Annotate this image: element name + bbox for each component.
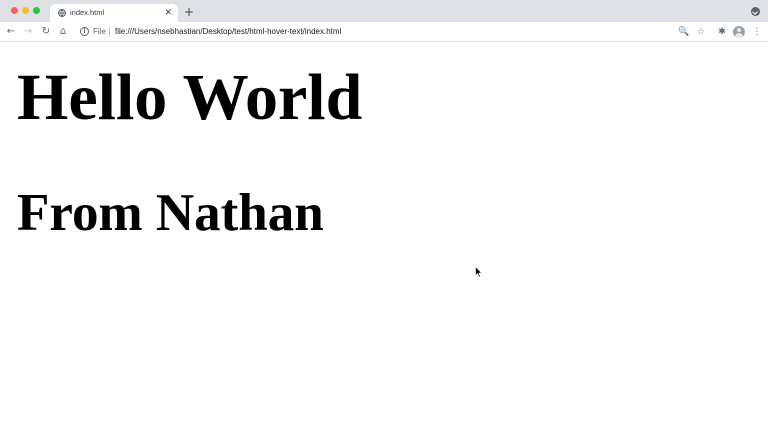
profile-avatar[interactable] [733, 26, 745, 38]
address-bar[interactable]: file:///Users/nsebhastian/Desktop/test/h… [115, 26, 341, 37]
back-icon[interactable]: ← [4, 25, 18, 39]
home-icon[interactable]: ⌂ [56, 25, 70, 39]
site-info-chip[interactable]: File [93, 26, 106, 37]
browser-toolbar: ← → ↻ ⌂ i File file:///Users/nsebhastian… [0, 22, 768, 42]
menu-icon[interactable]: ⋮ [750, 25, 764, 39]
from-nathan-heading: From Nathan [17, 184, 324, 242]
mouse-pointer-icon [475, 266, 483, 278]
zoom-icon[interactable]: 🔍 [677, 25, 691, 39]
tab-strip: index.html ✕ + [0, 0, 768, 22]
minimize-window-button[interactable] [22, 7, 29, 14]
bookmark-star-icon[interactable]: ☆ [694, 25, 708, 39]
close-icon[interactable]: ✕ [164, 7, 172, 19]
globe-icon [58, 9, 66, 17]
address-divider [109, 27, 110, 36]
extensions-icon[interactable]: ✱ [715, 25, 729, 39]
hello-world-heading: Hello World [17, 61, 363, 134]
tab-index-html[interactable]: index.html ✕ [50, 4, 178, 22]
page-viewport: Hello World From Nathan [0, 42, 768, 437]
maximize-window-button[interactable] [33, 7, 40, 14]
reload-icon[interactable]: ↻ [39, 25, 53, 39]
new-tab-button[interactable]: + [184, 5, 194, 19]
info-icon[interactable]: i [80, 27, 89, 36]
tab-title: index.html [70, 8, 105, 17]
forward-icon[interactable]: → [21, 25, 35, 39]
tab-search-icon[interactable] [751, 7, 760, 16]
close-window-button[interactable] [11, 7, 18, 14]
